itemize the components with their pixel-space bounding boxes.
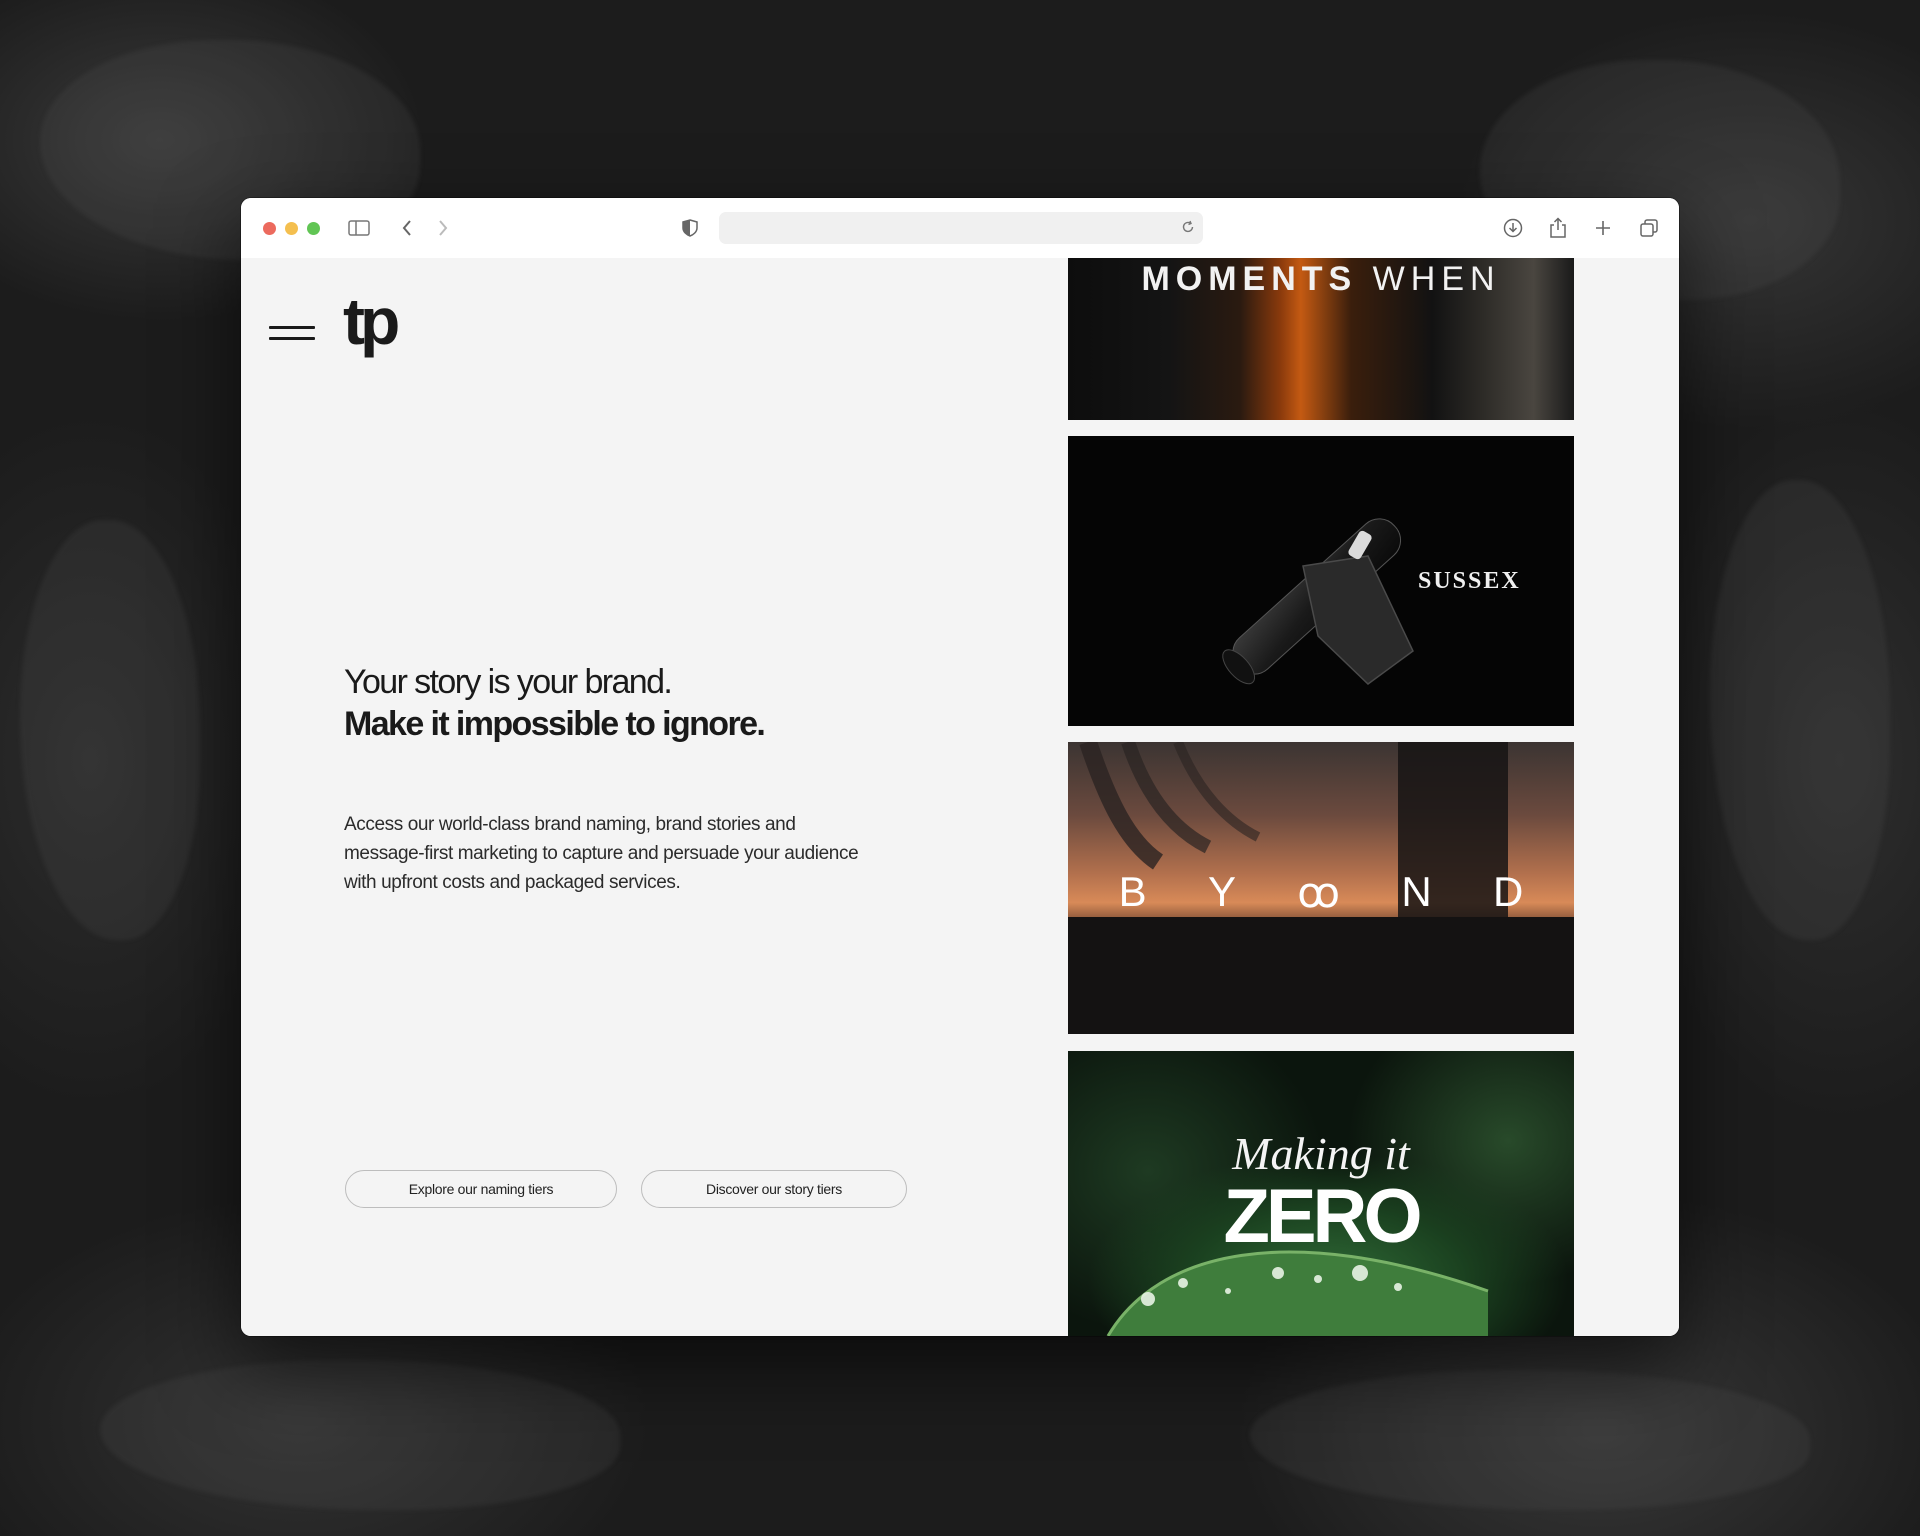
background-rock	[1710, 480, 1890, 940]
portfolio-tile-byond[interactable]: B Y ꝏ N D	[1068, 742, 1574, 1034]
portfolio-tile-moments-when[interactable]: MOMENTS WHEN	[1068, 258, 1574, 420]
site-logo[interactable]: tp	[343, 288, 400, 354]
hero-line-1: Your story is your brand.	[344, 663, 673, 701]
zoom-window-button[interactable]	[307, 222, 320, 235]
hero-headline: Your story is your brand. Make it imposs…	[344, 661, 904, 745]
minimize-window-button[interactable]	[285, 222, 298, 235]
menu-icon[interactable]	[269, 322, 315, 344]
byond-letter: ꝏ	[1297, 869, 1341, 916]
sidebar-icon[interactable]	[347, 216, 371, 240]
hero-line-2: Make it impossible to ignore.	[344, 705, 766, 743]
explore-naming-tiers-button[interactable]: Explore our naming tiers	[345, 1170, 617, 1208]
back-icon[interactable]	[395, 216, 419, 240]
background-rock	[100, 1360, 620, 1510]
moments-word: MOMENTS	[1141, 260, 1358, 298]
byond-letter: D	[1492, 868, 1524, 915]
share-icon[interactable]	[1546, 216, 1570, 240]
moments-when-title: MOMENTS WHEN	[1068, 260, 1574, 299]
byond-letter: B	[1118, 868, 1147, 915]
byond-letter: N	[1401, 868, 1432, 915]
address-bar[interactable]	[719, 212, 1203, 244]
portfolio-tile-sussex[interactable]: SUSSEX	[1068, 436, 1574, 726]
background-rock	[1250, 1370, 1810, 1510]
sussex-wordmark: SUSSEX	[1418, 568, 1521, 594]
reload-icon[interactable]	[1181, 220, 1197, 236]
close-window-button[interactable]	[263, 222, 276, 235]
portfolio-tile-making-it-zero[interactable]: Making it ZERO	[1068, 1051, 1574, 1336]
byond-letter: Y	[1207, 868, 1236, 915]
background-rock	[20, 520, 200, 940]
when-word: WHEN	[1372, 260, 1501, 298]
shield-icon[interactable]	[678, 216, 702, 240]
browser-toolbar	[241, 198, 1679, 259]
new-tab-icon[interactable]	[1591, 216, 1615, 240]
byond-wordmark: B Y ꝏ N D	[1068, 868, 1574, 917]
zero-text: ZERO	[1223, 1174, 1422, 1259]
discover-story-tiers-button[interactable]: Discover our story tiers	[641, 1170, 907, 1208]
web-page: tp Your story is your brand. Make it imp…	[241, 258, 1679, 1336]
tabs-overview-icon[interactable]	[1637, 216, 1661, 240]
browser-window: tp Your story is your brand. Make it imp…	[241, 198, 1679, 1336]
forward-icon[interactable]	[431, 216, 455, 240]
download-icon[interactable]	[1501, 216, 1525, 240]
hero-body: Access our world-class brand naming, bra…	[344, 814, 859, 893]
